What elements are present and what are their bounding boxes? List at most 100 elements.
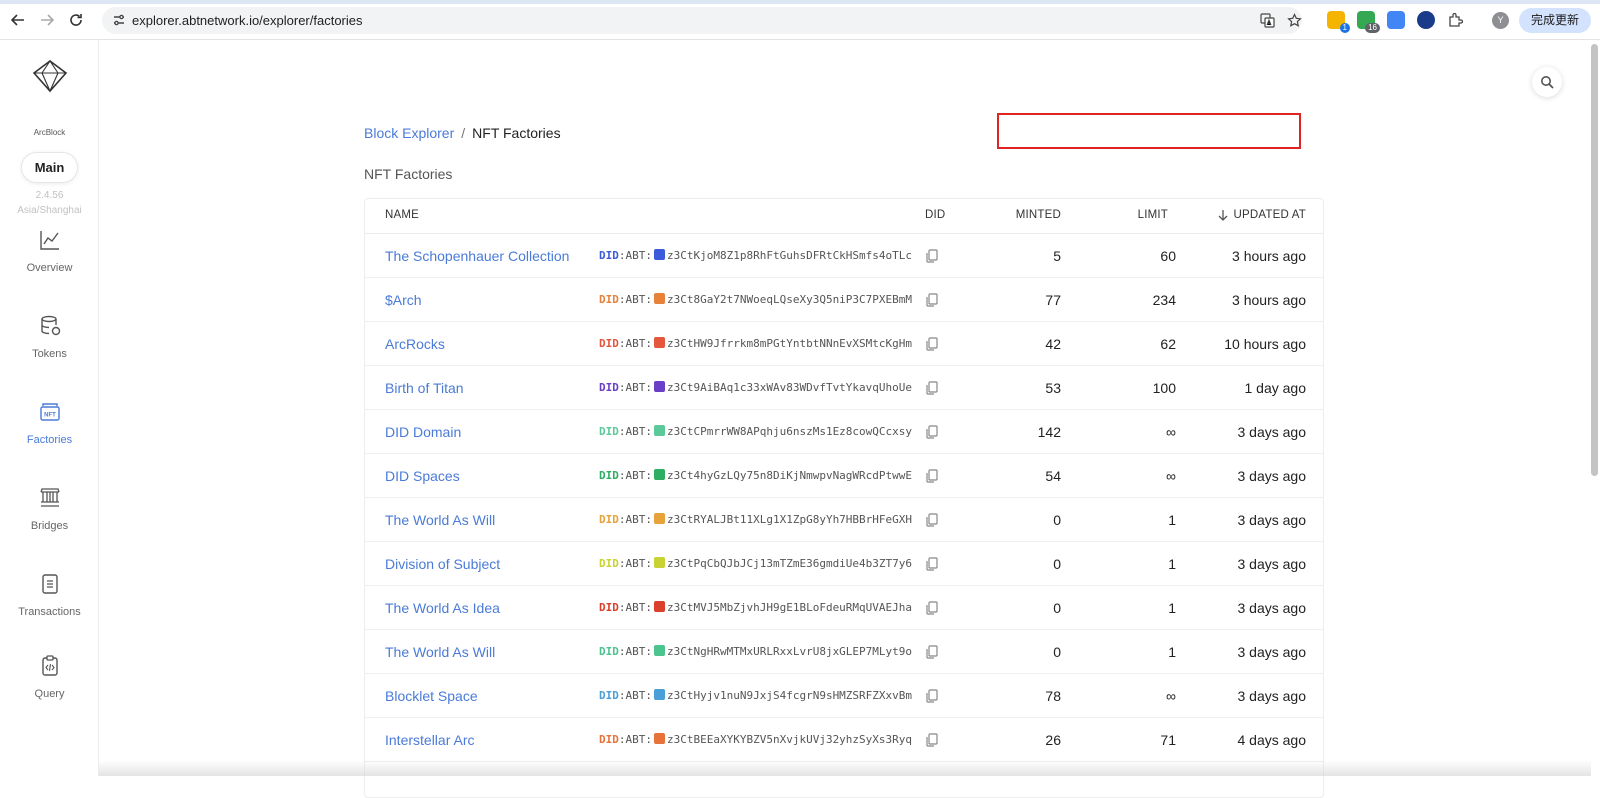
sidebar-item-bridges[interactable]: Bridges [0,486,99,546]
scrollbar-thumb[interactable] [1591,44,1598,476]
copy-icon[interactable] [925,557,939,571]
extension-1-icon[interactable]: 1 [1327,11,1350,33]
sidebar-item-label: Bridges [30,520,69,532]
search-icon [1541,76,1554,89]
table-row: $Arch DID:ABT: z3Ct8GaY2t7NWoeqLQseXy3Q5ni… [365,278,1323,322]
limit-count: ∞ [1166,468,1176,484]
did-prefix: DID [599,645,619,658]
copy-icon[interactable] [925,249,939,263]
factory-did[interactable]: DID:ABT: z3Ct9AiBAq1c33xWAv83WDvfTvtYkavq… [599,381,912,394]
factory-did[interactable]: DID:ABT: z3CtHyjv1nuN9JxjS4fcgrN9sHMZSRFZ… [599,689,912,702]
forward-button[interactable] [37,10,57,30]
copy-icon[interactable] [925,601,939,615]
did-prefix: DID [599,381,619,394]
factory-name-link[interactable]: The World As Will [385,644,495,660]
factory-did[interactable]: DID:ABT: z3CtMVJ5MbZjvhJH9gE1BLoFdeuRMqUV… [599,601,912,614]
copy-icon[interactable] [925,733,939,747]
column-header-updated-label: UPDATED AT [1233,209,1306,221]
factory-name-link[interactable]: The Schopenhauer Collection [385,248,569,264]
copy-icon[interactable] [925,689,939,703]
sidebar-item-overview[interactable]: Overview [0,228,99,288]
did-prefix: DID [599,513,619,526]
factory-did[interactable]: DID:ABT: z3CtRYALJBt11XLg1X1ZpG8yYh7HBBrH… [599,513,912,526]
factory-did[interactable]: DID:ABT: z3Ct8GaY2t7NWoeqLQseXy3Q5niP3C7P… [599,293,912,306]
reload-button[interactable] [66,10,86,30]
factory-did[interactable]: DID:ABT: z3CtPqCbQJbJCj13mTZmE36gmdiUe4b3… [599,557,912,570]
limit-count: ∞ [1166,424,1176,440]
copy-icon[interactable] [925,425,939,439]
update-button[interactable]: 完成更新 [1519,8,1591,33]
copy-icon[interactable] [925,645,939,659]
sidebar-item-query[interactable]: Query [0,654,99,714]
did-prefix: DID [599,469,619,482]
factory-name-link[interactable]: $Arch [385,292,422,308]
copy-icon[interactable] [925,293,939,307]
extension-badge: 16 [1365,23,1380,33]
column-header-name[interactable]: NAME [385,209,419,221]
search-button[interactable] [1532,67,1562,97]
factory-name-link[interactable]: ArcRocks [385,336,445,352]
factory-name-link[interactable]: The World As Idea [385,600,500,616]
did-prefix: DID [599,601,619,614]
column-header-updated[interactable]: UPDATED AT [1217,209,1307,221]
minted-count: 0 [1053,600,1061,616]
database-icon [40,315,60,336]
did-prefix: DID [599,337,619,350]
sidebar-item-transactions[interactable]: Transactions [0,572,99,632]
did-namespace: :ABT: [618,513,652,526]
url-text[interactable]: explorer.abtnetwork.io/explorer/factorie… [132,13,363,28]
factory-did[interactable]: DID:ABT: z3CtHW9Jfrrkm8mPGtYntbtNNnEvXSMt… [599,337,912,350]
column-header-limit[interactable]: LIMIT [1138,209,1168,221]
minted-count: 78 [1045,688,1061,704]
did-prefix: DID [599,249,619,262]
minted-count: 53 [1045,380,1061,396]
did-namespace: :ABT: [618,381,652,394]
copy-icon[interactable] [925,513,939,527]
arcblock-logo-icon[interactable] [28,57,72,101]
extension-3-icon[interactable] [1387,11,1405,29]
did-avatar-icon [654,557,665,568]
timezone-label: Asia/Shanghai [17,205,82,216]
bookmark-star-icon[interactable] [1286,13,1302,29]
did-namespace: :ABT: [618,689,652,702]
factory-name-link[interactable]: Interstellar Arc [385,732,474,748]
copy-icon[interactable] [925,469,939,483]
copy-icon[interactable] [925,337,939,351]
version-info: 2.4.56 Asia/Shanghai [0,188,99,218]
extension-2-icon[interactable]: 16 [1357,11,1380,33]
factory-did[interactable]: DID:ABT: z3CtNgHRwMTMxURLRxxLvrU8jxGLEP7M… [599,645,912,658]
factory-name-link[interactable]: Birth of Titan [385,380,464,396]
minted-count: 0 [1053,512,1061,528]
factory-name-link[interactable]: DID Spaces [385,468,460,484]
translate-icon[interactable] [1259,13,1275,29]
factory-name-link[interactable]: Blocklet Space [385,688,478,704]
factory-did[interactable]: DID:ABT: z3CtKjoM8Z1p8RhFtGuhsDFRtCkHSmfs… [599,249,912,262]
sidebar-item-tokens[interactable]: Tokens [0,314,99,374]
chain-selector[interactable]: Main [21,152,78,183]
updated-at: 3 days ago [1237,644,1307,660]
extensions-puzzle-icon[interactable] [1447,11,1465,29]
did-address: z3CtHW9Jfrrkm8mPGtYntbtNNnEvXSMtcKgHm [667,337,913,350]
sidebar-item-factories[interactable]: NFT Factories [0,400,99,460]
did-namespace: :ABT: [618,645,652,658]
breadcrumb-current: NFT Factories [472,125,561,141]
factory-did[interactable]: DID:ABT: z3Ct4hyGzLQy75n8DiKjNmwpvNagWRcd… [599,469,912,482]
site-settings-icon[interactable] [112,13,126,27]
factory-name-link[interactable]: The World As Will [385,512,495,528]
address-bar[interactable]: explorer.abtnetwork.io/explorer/factorie… [102,7,1302,34]
back-button[interactable] [8,10,28,30]
did-avatar-icon [654,425,665,436]
limit-count: 60 [1160,248,1176,264]
column-header-minted[interactable]: MINTED [1016,209,1061,221]
factory-did[interactable]: DID:ABT: z3CtBEEaXYKYBZV5nXvjkUVj32yhzSyX… [599,733,912,746]
table-row: The World As Will DID:ABT: z3CtRYALJBt11XL… [365,498,1323,542]
did-namespace: :ABT: [618,425,652,438]
copy-icon[interactable] [925,381,939,395]
did-prefix: DID [599,425,619,438]
extension-4-icon[interactable] [1417,11,1435,29]
breadcrumb-block-explorer[interactable]: Block Explorer [364,125,454,141]
factory-name-link[interactable]: DID Domain [385,424,461,440]
factory-did[interactable]: DID:ABT: z3CtCPmrrWW8APqhju6nszMs1Ez8cowQ… [599,425,912,438]
factory-name-link[interactable]: Division of Subject [385,556,500,572]
profile-avatar[interactable]: Y [1492,12,1509,29]
